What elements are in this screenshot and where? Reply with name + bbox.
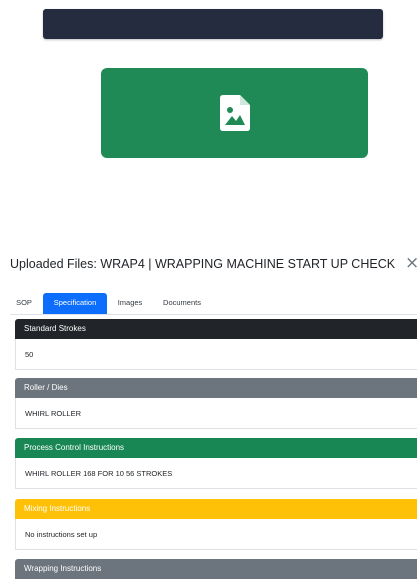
top-navigation-bar <box>43 9 383 39</box>
file-image-icon <box>219 95 250 131</box>
section-value: No instructions set up <box>15 519 417 550</box>
section-header: Process Control Instructions <box>15 438 417 458</box>
section-process-control-instructions: Process Control Instructions WHIRL ROLLE… <box>15 438 417 489</box>
tab-images[interactable]: Images <box>110 293 150 313</box>
section-value: 50 <box>15 339 417 370</box>
section-header: Mixing Instructions <box>15 499 417 519</box>
section-value: WHIRL ROLLER <box>15 398 417 429</box>
uploaded-file-tile[interactable] <box>101 68 368 158</box>
section-value: WHIRL ROLLER 168 FOR 10 56 STROKES <box>15 458 417 489</box>
section-mixing-instructions: Mixing Instructions No instructions set … <box>15 499 417 550</box>
section-header: Standard Strokes <box>15 319 417 339</box>
section-wrapping-instructions: Wrapping Instructions <box>15 559 417 579</box>
tab-specification[interactable]: Specification <box>43 293 107 314</box>
section-header: Wrapping Instructions <box>15 559 417 579</box>
tab-sop[interactable]: SOP <box>13 293 35 313</box>
section-roller-dies: Roller / Dies WHIRL ROLLER <box>15 378 417 429</box>
section-standard-strokes: Standard Strokes 50 <box>15 319 417 370</box>
close-icon[interactable]: × <box>405 253 417 273</box>
section-header: Roller / Dies <box>15 378 417 398</box>
file-tabs: SOP Specification Images Documents <box>10 293 417 315</box>
modal-title: Uploaded Files: WRAP4 | WRAPPING MACHINE… <box>10 257 396 271</box>
tab-documents[interactable]: Documents <box>155 293 209 313</box>
